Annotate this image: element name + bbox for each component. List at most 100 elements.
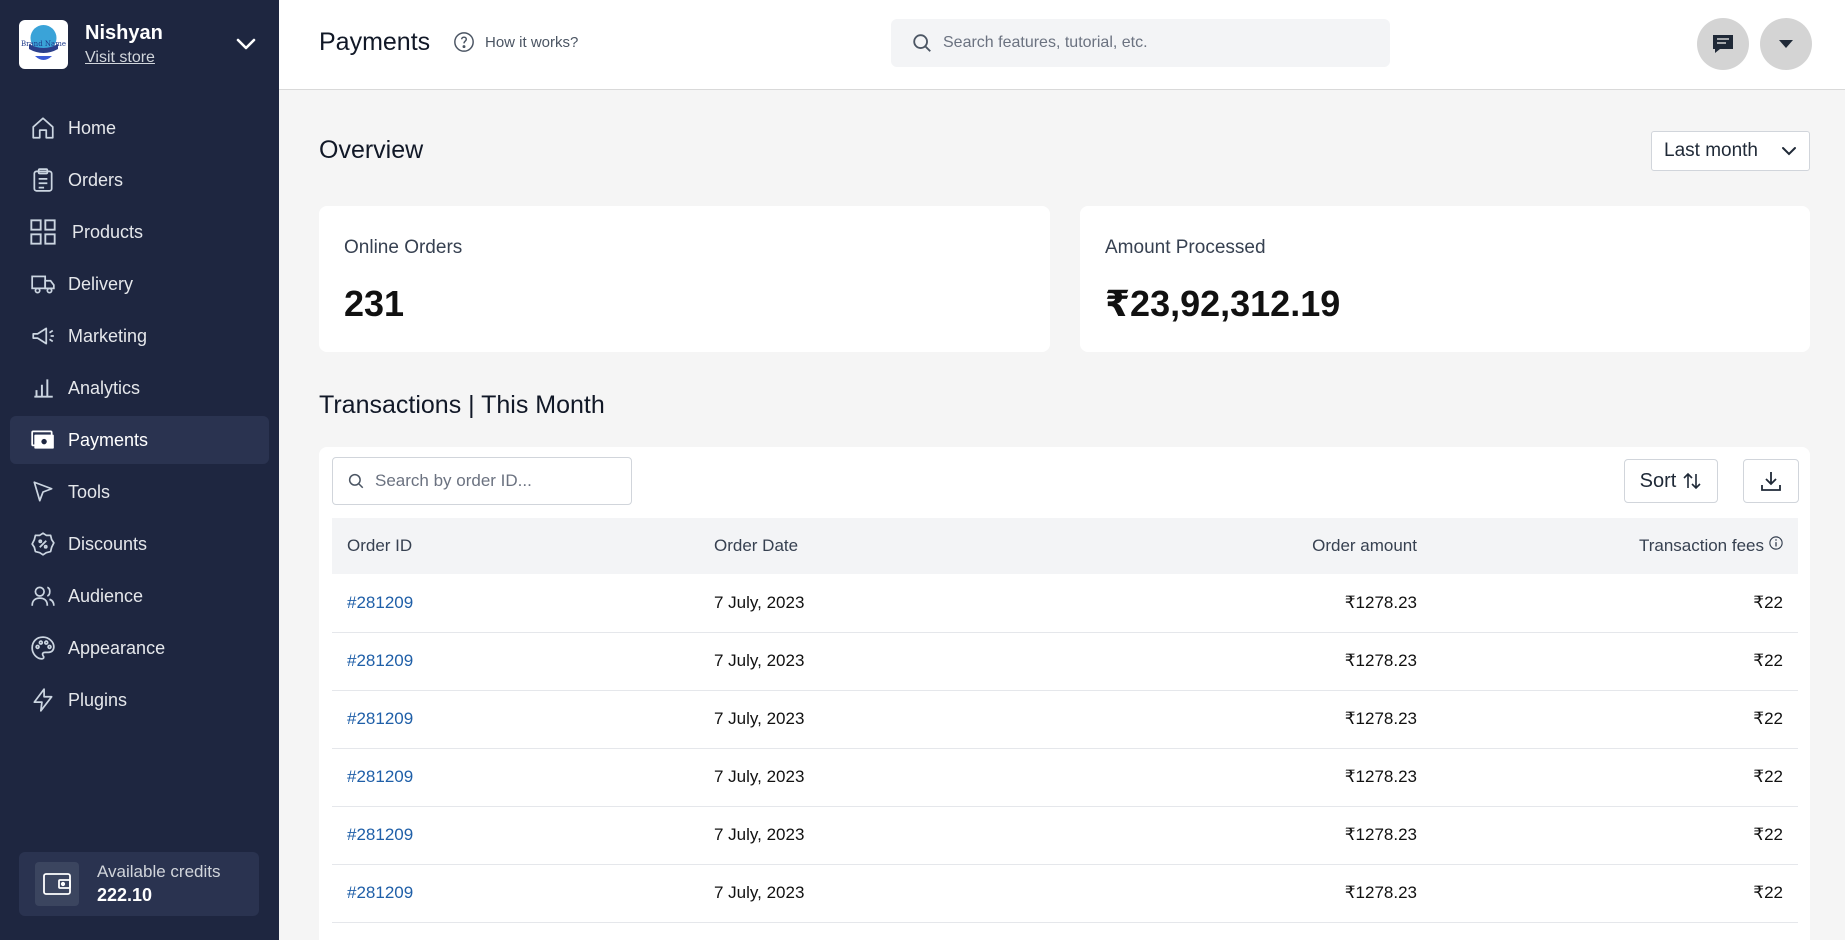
order-search[interactable]	[332, 457, 632, 505]
order-date: 7 July, 2023	[699, 864, 1066, 923]
search-icon	[913, 34, 931, 52]
sidebar-item-label: Marketing	[68, 325, 148, 346]
order-amount: ₹1278.23	[1066, 632, 1432, 691]
order-id-link[interactable]: #281209	[347, 767, 413, 786]
sidebar-item-label: Audience	[68, 585, 144, 606]
sort-arrows-icon	[1683, 472, 1701, 490]
transaction-fees: ₹22	[1432, 748, 1798, 807]
chevron-down-icon	[1782, 147, 1796, 156]
sidebar-item-label: Discounts	[68, 533, 148, 554]
download-button[interactable]	[1743, 459, 1799, 503]
cursor-icon	[29, 478, 57, 506]
period-value: Last month	[1664, 140, 1758, 161]
order-date: 7 July, 2023	[699, 690, 1066, 749]
transactions-table: Order ID Order Date Order amount Transac…	[332, 518, 1798, 923]
sidebar-item-products[interactable]: Products	[10, 208, 269, 256]
global-search[interactable]	[891, 19, 1390, 67]
credits-value: 222.10	[97, 885, 153, 905]
sidebar-item-label: Appearance	[68, 637, 166, 658]
top-header: Payments How it works?	[279, 0, 1845, 90]
sidebar-item-label: Plugins	[68, 689, 128, 710]
how-it-works-link[interactable]: How it works?	[453, 31, 578, 53]
visit-store-link[interactable]: Visit store	[85, 49, 155, 67]
sidebar-item-discounts[interactable]: Discounts	[10, 520, 269, 568]
column-header[interactable]: Order amount	[1066, 518, 1432, 574]
wallet-icon	[35, 862, 79, 906]
download-icon	[1761, 472, 1781, 491]
sidebar-item-audience[interactable]: Audience	[10, 572, 269, 620]
bar-chart-icon	[29, 374, 57, 402]
svg-text:Brand Name: Brand Name	[21, 40, 66, 48]
table-row: #281209 7 July, 2023 ₹1278.23 ₹22	[332, 748, 1798, 807]
sort-button[interactable]: Sort	[1624, 459, 1718, 503]
order-date: 7 July, 2023	[699, 632, 1066, 691]
sidebar-item-label: Orders	[68, 169, 124, 190]
column-header-fees[interactable]: Transaction fees	[1432, 518, 1798, 574]
lightning-icon	[29, 686, 57, 714]
online-orders-card: Online Orders 231	[319, 206, 1050, 352]
transactions-title: Transactions | This Month	[319, 391, 605, 419]
store-name: Nishyan	[85, 21, 163, 44]
order-id-link[interactable]: #281209	[347, 651, 413, 670]
order-amount: ₹1278.23	[1066, 748, 1432, 807]
sidebar-item-marketing[interactable]: Marketing	[10, 312, 269, 360]
help-circle-icon	[454, 32, 474, 52]
page-title: Payments	[319, 28, 431, 56]
order-amount: ₹1278.23	[1066, 574, 1432, 633]
sidebar-item-analytics[interactable]: Analytics	[10, 364, 269, 412]
order-search-input[interactable]	[375, 471, 615, 491]
order-amount: ₹1278.23	[1066, 806, 1432, 865]
store-logo: Brand Name	[19, 19, 68, 69]
table-header-row: Order ID Order Date Order amount Transac…	[332, 518, 1798, 574]
order-date: 7 July, 2023	[699, 574, 1066, 633]
order-amount: ₹1278.23	[1066, 864, 1432, 923]
sidebar-item-tools[interactable]: Tools	[10, 468, 269, 516]
account-menu-button[interactable]	[1760, 18, 1812, 70]
sidebar-item-label: Home	[68, 117, 117, 138]
transactions-panel: Sort Order ID Order Date Order amount Tr…	[319, 447, 1810, 940]
card-label: Online Orders	[344, 237, 463, 258]
search-icon	[348, 473, 364, 489]
sidebar-item-label: Delivery	[68, 273, 134, 294]
period-select[interactable]: Last month	[1651, 131, 1810, 171]
card-value: ₹23,92,312.19	[1105, 283, 1341, 324]
chat-icon	[1713, 35, 1733, 53]
truck-icon	[29, 270, 57, 298]
sidebar-item-label: Payments	[68, 429, 149, 450]
home-icon	[29, 114, 57, 142]
sort-label: Sort	[1639, 469, 1677, 492]
chat-button[interactable]	[1697, 18, 1749, 70]
table-row: #281209 7 July, 2023 ₹1278.23 ₹22	[332, 632, 1798, 691]
order-id-link[interactable]: #281209	[347, 709, 413, 728]
available-credits[interactable]: Available credits 222.10	[19, 852, 259, 916]
palette-icon	[29, 634, 57, 662]
sidebar-item-plugins[interactable]: Plugins	[10, 676, 269, 724]
order-id-link[interactable]: #281209	[347, 883, 413, 902]
transaction-fees: ₹22	[1432, 690, 1798, 749]
search-input[interactable]	[943, 34, 1363, 52]
info-icon[interactable]	[1769, 536, 1783, 550]
amount-processed-card: Amount Processed ₹23,92,312.19	[1080, 206, 1810, 352]
table-row: #281209 7 July, 2023 ₹1278.23 ₹22	[332, 690, 1798, 749]
column-header[interactable]: Order ID	[332, 518, 699, 574]
sidebar-item-delivery[interactable]: Delivery	[10, 260, 269, 308]
megaphone-icon	[29, 322, 57, 350]
order-id-link[interactable]: #281209	[347, 825, 413, 844]
sidebar-item-label: Analytics	[68, 377, 141, 398]
order-amount: ₹1278.23	[1066, 690, 1432, 749]
transaction-fees: ₹22	[1432, 806, 1798, 865]
sidebar: Brand Name Nishyan Visit store Home Orde…	[0, 0, 279, 940]
order-id-link[interactable]: #281209	[347, 593, 413, 612]
grid-icon	[29, 218, 57, 246]
order-date: 7 July, 2023	[699, 748, 1066, 807]
sidebar-nav: Home Orders Products Delivery Marketing …	[0, 104, 279, 724]
sidebar-item-payments[interactable]: Payments	[10, 416, 269, 464]
discount-badge-icon	[29, 530, 57, 558]
sidebar-item-appearance[interactable]: Appearance	[10, 624, 269, 672]
column-header[interactable]: Order Date	[699, 518, 1066, 574]
chevron-down-icon[interactable]	[232, 30, 260, 58]
sidebar-item-home[interactable]: Home	[10, 104, 269, 152]
store-switcher: Brand Name Nishyan Visit store	[0, 0, 279, 88]
sidebar-item-orders[interactable]: Orders	[10, 156, 269, 204]
order-date: 7 July, 2023	[699, 806, 1066, 865]
